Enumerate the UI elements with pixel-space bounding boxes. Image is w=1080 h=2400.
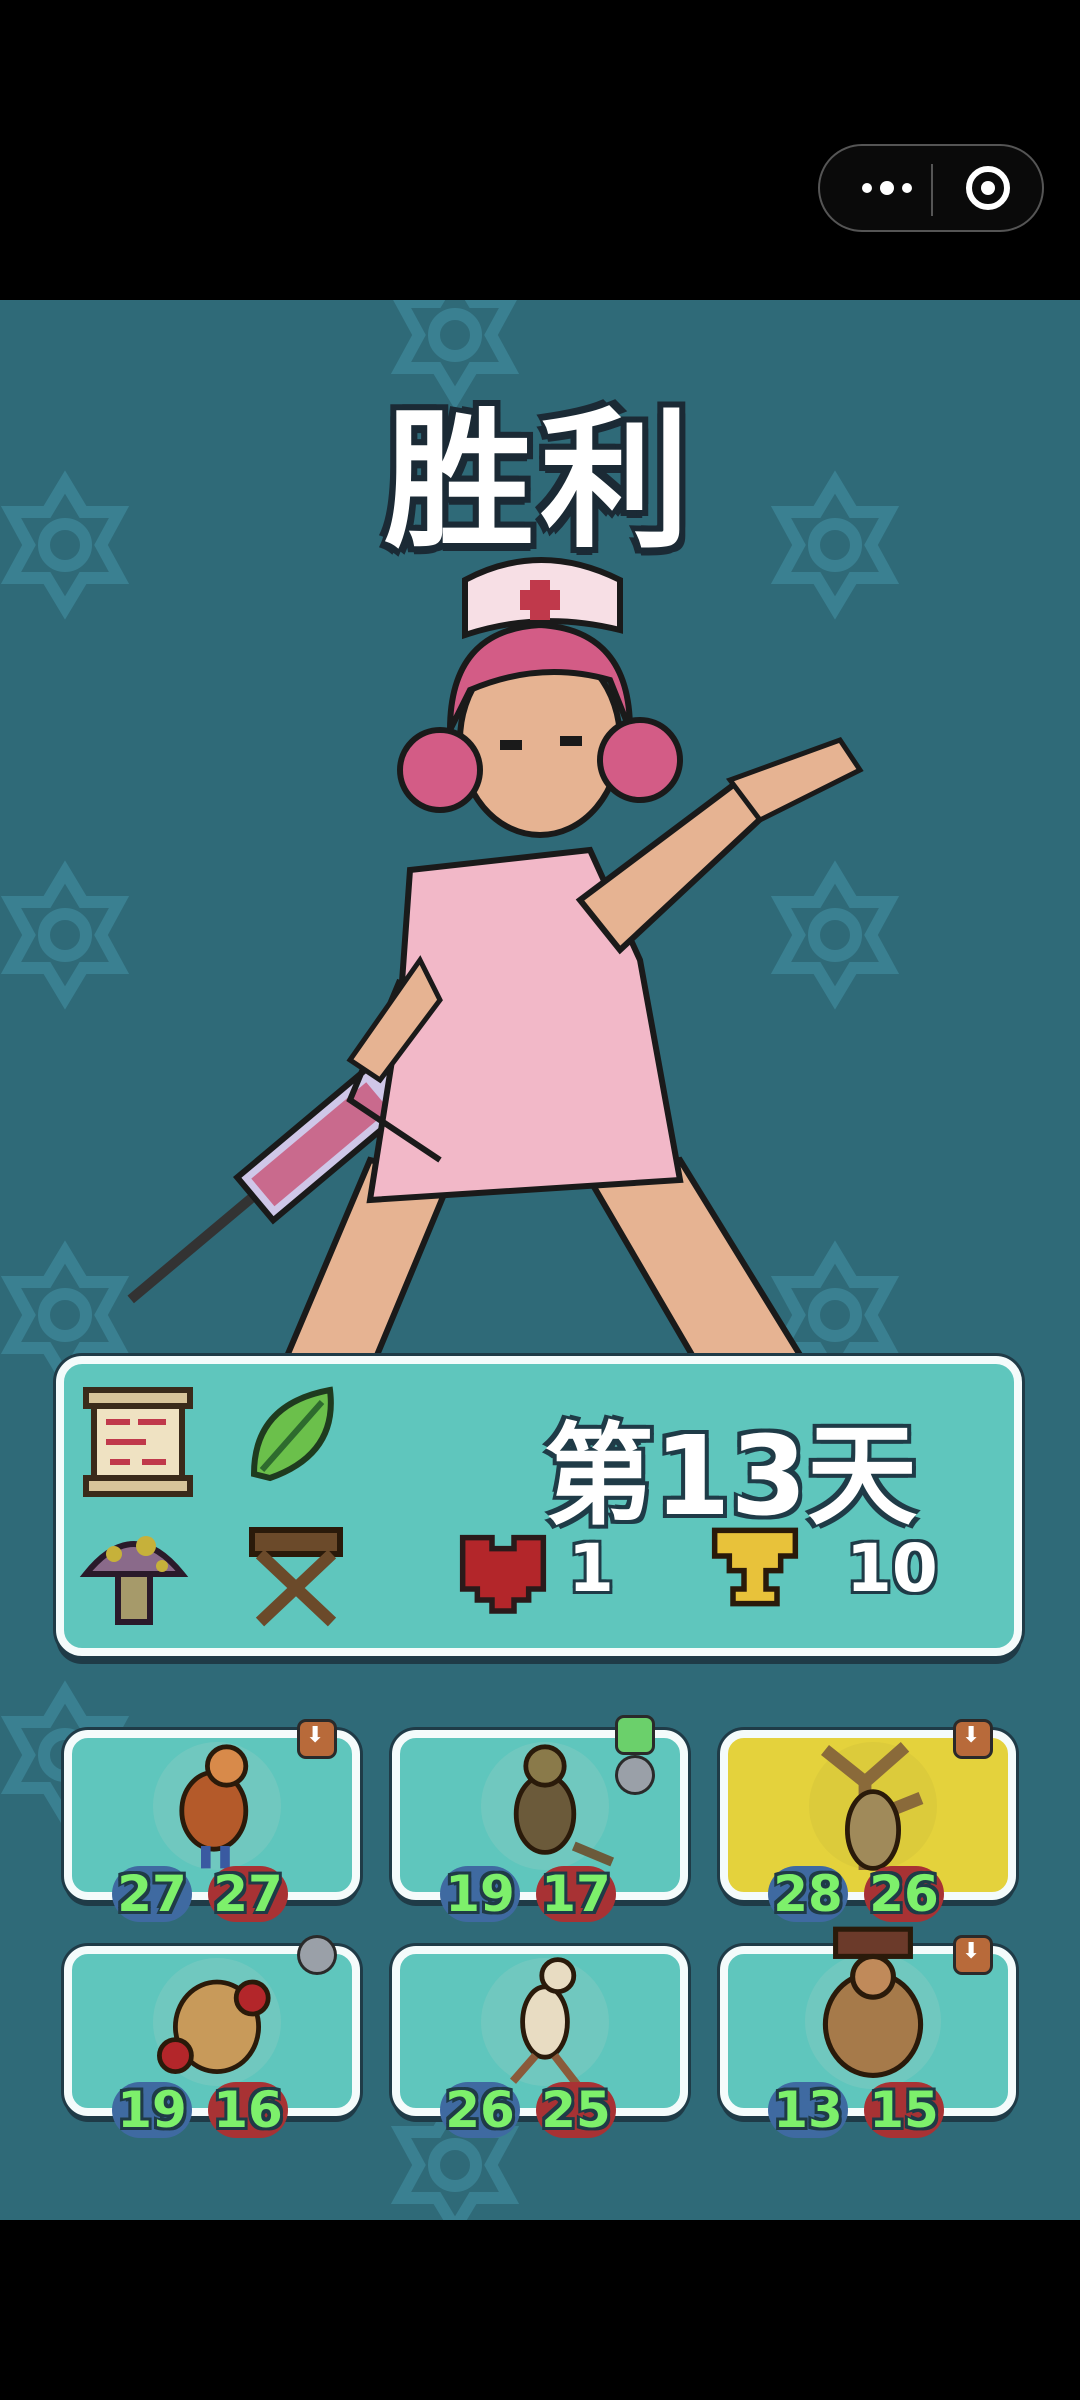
stool-icon[interactable]	[236, 1514, 356, 1634]
unit-card-rooster-fighter[interactable]: 27 27	[64, 1722, 360, 1922]
skull-badge-icon	[618, 1758, 652, 1792]
status-bar	[0, 0, 1080, 300]
attack-value: 26	[440, 2082, 520, 2138]
victory-screen: 胜利 第13天 1 10 ⬇ 27 27 19 17 ⬇ 28 26 19 16…	[0, 300, 1080, 2220]
attack-value: 19	[440, 1866, 520, 1922]
unit-card-lizard-warrior[interactable]: 19 17	[392, 1718, 688, 1922]
unit-card-tree-creature[interactable]: 28 26	[720, 1722, 1016, 1922]
close-mini-program-icon[interactable]	[966, 166, 1010, 210]
lives-count: 1	[568, 1530, 614, 1607]
bottom-bar	[0, 2220, 1080, 2400]
run-status-panel: 第13天 1 10	[56, 1356, 1022, 1656]
health-value: 17	[536, 1866, 616, 1922]
heart-icon	[459, 1534, 547, 1614]
unit-card-bird-dancer[interactable]: 26 25	[392, 1946, 688, 2138]
health-value: 27	[208, 1866, 288, 1922]
rooster-fighter-sprite	[153, 1742, 281, 1870]
mushroom-icon[interactable]	[74, 1514, 194, 1634]
skull-badge-icon	[300, 1938, 334, 1972]
attack-value: 19	[112, 2082, 192, 2138]
unit-card-ogre-brute[interactable]: 13 15	[720, 1926, 1016, 2138]
tree-creature-sprite	[809, 1741, 937, 1871]
health-value: 16	[208, 2082, 288, 2138]
green-status-badge-icon	[618, 1718, 652, 1752]
bird-dancer-sprite	[481, 1957, 609, 2087]
sell-badge-icon	[300, 1722, 334, 1756]
attack-value: 13	[768, 2082, 848, 2138]
sell-badge-icon	[956, 1722, 990, 1756]
leaf-icon[interactable]	[234, 1374, 354, 1494]
unit-card-potato-creature[interactable]: 19 16	[64, 1938, 360, 2138]
mini-program-capsule	[818, 144, 1044, 232]
health-value: 15	[864, 2082, 944, 2138]
trophy-icon	[711, 1527, 799, 1607]
potato-creature-sprite	[153, 1958, 281, 2086]
capsule-divider	[931, 164, 933, 216]
scroll-icon[interactable]	[78, 1382, 198, 1502]
health-value: 25	[536, 2082, 616, 2138]
background-flower-icon	[0, 860, 130, 1010]
more-options-icon[interactable]	[842, 146, 932, 230]
trophies-count: 10	[846, 1530, 938, 1607]
lizard-warrior-sprite	[481, 1742, 615, 1870]
attack-value: 27	[112, 1866, 192, 1922]
ogre-brute-sprite	[805, 1926, 941, 2089]
sell-badge-icon	[956, 1938, 990, 1972]
